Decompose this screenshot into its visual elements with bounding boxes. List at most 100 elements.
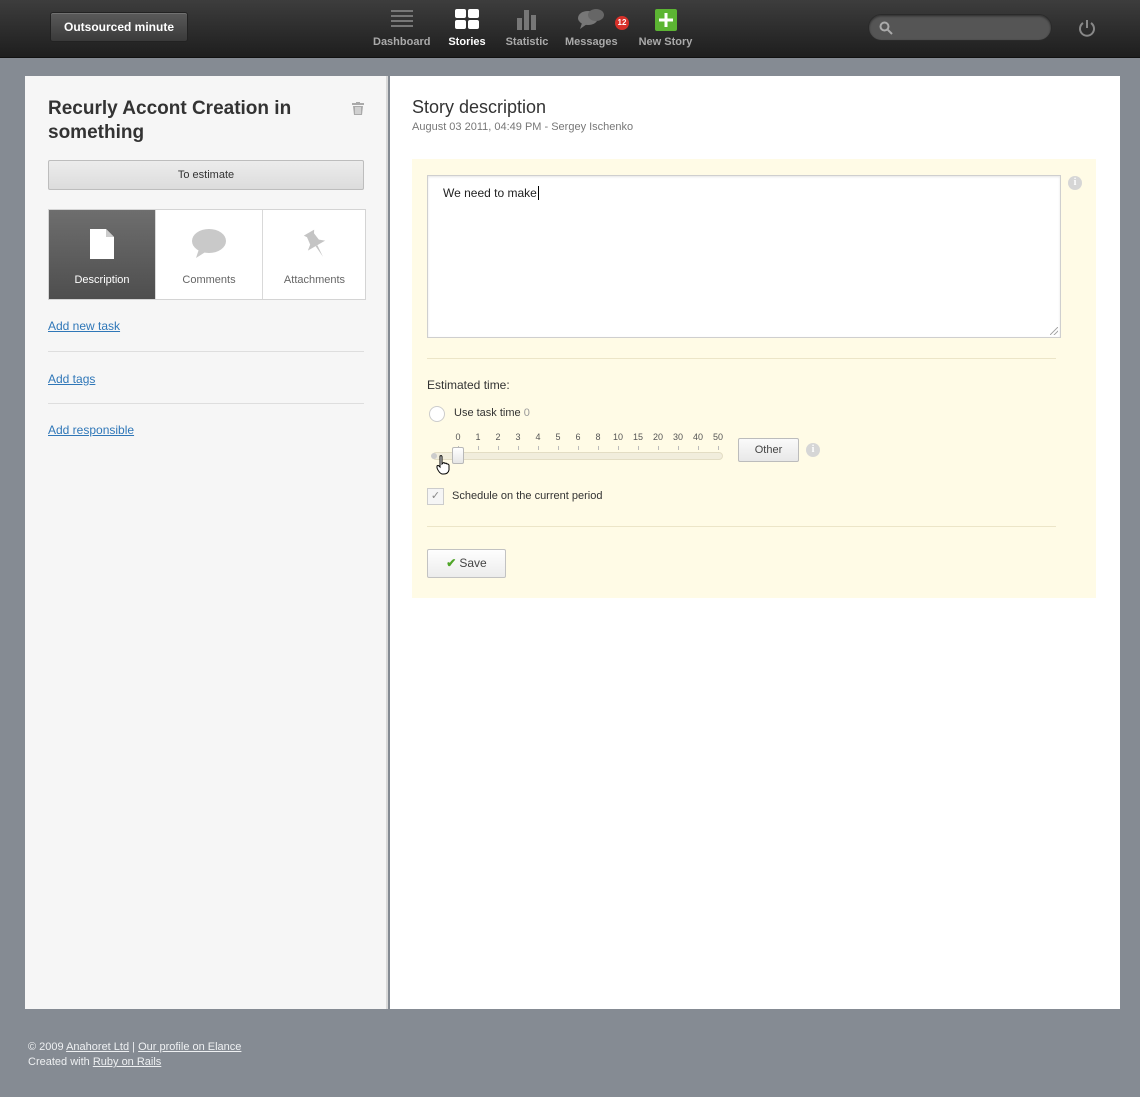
estimate-slider-track[interactable] [432,452,723,460]
story-main-panel: Story description August 03 2011, 04:49 … [390,76,1120,1009]
slider-tick-label: 6 [575,432,581,442]
trash-icon[interactable] [352,102,364,120]
nav-stories[interactable]: Stories [445,8,489,48]
brand-button[interactable]: Outsourced minute [50,12,189,42]
story-tabs: Description Comments Attachments [48,209,366,300]
slider-tick-label: 15 [632,432,644,442]
add-new-task-link[interactable]: Add new task [48,319,120,333]
slider-tick-label: 30 [672,432,684,442]
slider-tick-label: 10 [612,432,624,442]
slider-tick-labels: 0 1 2 3 4 5 6 8 10 15 20 30 40 50 [448,432,728,446]
top-bar: Outsourced minute Dashboard Stories Stat… [0,0,1140,58]
tab-comments[interactable]: Comments [155,210,262,299]
elance-profile-link[interactable]: Our profile on Elance [138,1041,241,1053]
search-input[interactable] [897,19,1042,37]
use-task-time-label: Use task time 0 [454,407,530,419]
pushpin-icon [300,228,330,265]
slider-tick-mark [698,446,699,450]
use-task-time-radio[interactable] [429,406,445,422]
nav-stories-label: Stories [448,36,486,48]
power-icon[interactable] [1077,18,1097,38]
slider-tick-label: 2 [495,432,501,442]
slider-tick-label: 50 [712,432,724,442]
nav-dashboard[interactable]: Dashboard [373,8,430,48]
save-label: Save [459,556,487,570]
slider-tick-mark [718,446,719,450]
divider [427,358,1056,359]
copyright-text: © 2009 [28,1041,64,1053]
estimated-time-label: Estimated time: [427,378,510,392]
slider-tick-mark [538,446,539,450]
hand-cursor-icon [436,455,450,480]
description-text: We need to make [443,186,537,200]
schedule-label: Schedule on the current period [452,490,603,502]
created-with-text: Created with [28,1056,90,1068]
slider-tick-label: 40 [692,432,704,442]
tab-attachments-label: Attachments [283,274,346,286]
search-icon [879,21,893,40]
messages-count-badge: 12 [615,16,629,30]
stories-icon [445,8,489,32]
messages-icon [565,8,617,32]
statistic-icon [505,8,549,32]
slider-tick-mark [638,446,639,450]
speech-bubble-icon [191,228,227,263]
schedule-checkbox[interactable]: ✓ [427,488,444,505]
footer-line-1: © 2009 Anahoret Ltd | Our profile on Ela… [28,1040,241,1055]
slider-tick-mark [558,446,559,450]
info-icon[interactable]: i [1068,176,1082,190]
add-tags-link[interactable]: Add tags [48,372,95,386]
nav-dashboard-label: Dashboard [373,36,431,48]
tab-description-label: Description [74,274,130,286]
footer: © 2009 Anahoret Ltd | Our profile on Ela… [28,1040,241,1070]
footer-divider: | [132,1041,136,1053]
slider-tick-mark [658,446,659,450]
nav-messages-label: Messages [565,36,618,48]
story-title: Recurly Accont Creation in something [48,98,292,143]
slider-tick-mark [478,446,479,450]
slider-tick-label: 1 [475,432,481,442]
info-icon[interactable]: i [806,443,820,457]
nav-new-story-label: New Story [638,36,693,48]
slider-tick-label: 5 [555,432,561,442]
nav-new-story[interactable]: New Story [638,8,693,48]
use-task-time-value: 0 [523,407,530,419]
divider [427,526,1056,527]
save-button[interactable]: ✔ Save [427,549,506,578]
company-link[interactable]: Anahoret Ltd [66,1041,129,1053]
tab-comments-label: Comments [182,274,236,286]
ruby-on-rails-link[interactable]: Ruby on Rails [93,1056,161,1068]
slider-tick-label: 8 [595,432,601,442]
search-box [868,14,1052,41]
other-button[interactable]: Other [738,438,799,462]
tab-description[interactable]: Description [49,210,155,299]
use-task-time-text: Use task time [454,407,521,419]
story-meta: August 03 2011, 04:49 PM - Sergey Ischen… [412,121,634,133]
dashboard-icon [373,8,430,32]
story-sidebar: Recurly Accont Creation in something To … [25,76,388,1009]
slider-tick-mark [598,446,599,450]
checkmark-icon: ✔ [446,556,457,570]
description-textarea[interactable]: We need to make [427,175,1061,338]
plus-icon [638,8,693,32]
slider-tick-mark [618,446,619,450]
slider-tick-label: 4 [535,432,541,442]
slider-tick-mark [578,446,579,450]
nav-messages[interactable]: Messages [565,8,618,48]
nav-statistic[interactable]: Statistic [505,8,549,48]
tab-attachments[interactable]: Attachments [262,210,366,299]
add-responsible-link[interactable]: Add responsible [48,423,134,437]
estimate-slider-handle[interactable] [452,447,464,464]
footer-line-2: Created with Ruby on Rails [28,1055,241,1070]
nav-statistic-label: Statistic [505,36,549,48]
slider-tick-mark [498,446,499,450]
description-form: We need to make i Estimated time: Use ta… [412,159,1096,598]
to-estimate-button[interactable]: To estimate [48,160,364,190]
divider [48,403,364,404]
slider-tick-mark [518,446,519,450]
slider-tick-label: 20 [652,432,664,442]
resize-handle[interactable] [1050,327,1058,335]
slider-tick-label: 0 [455,432,461,442]
slider-tick-mark [678,446,679,450]
divider [48,351,364,352]
